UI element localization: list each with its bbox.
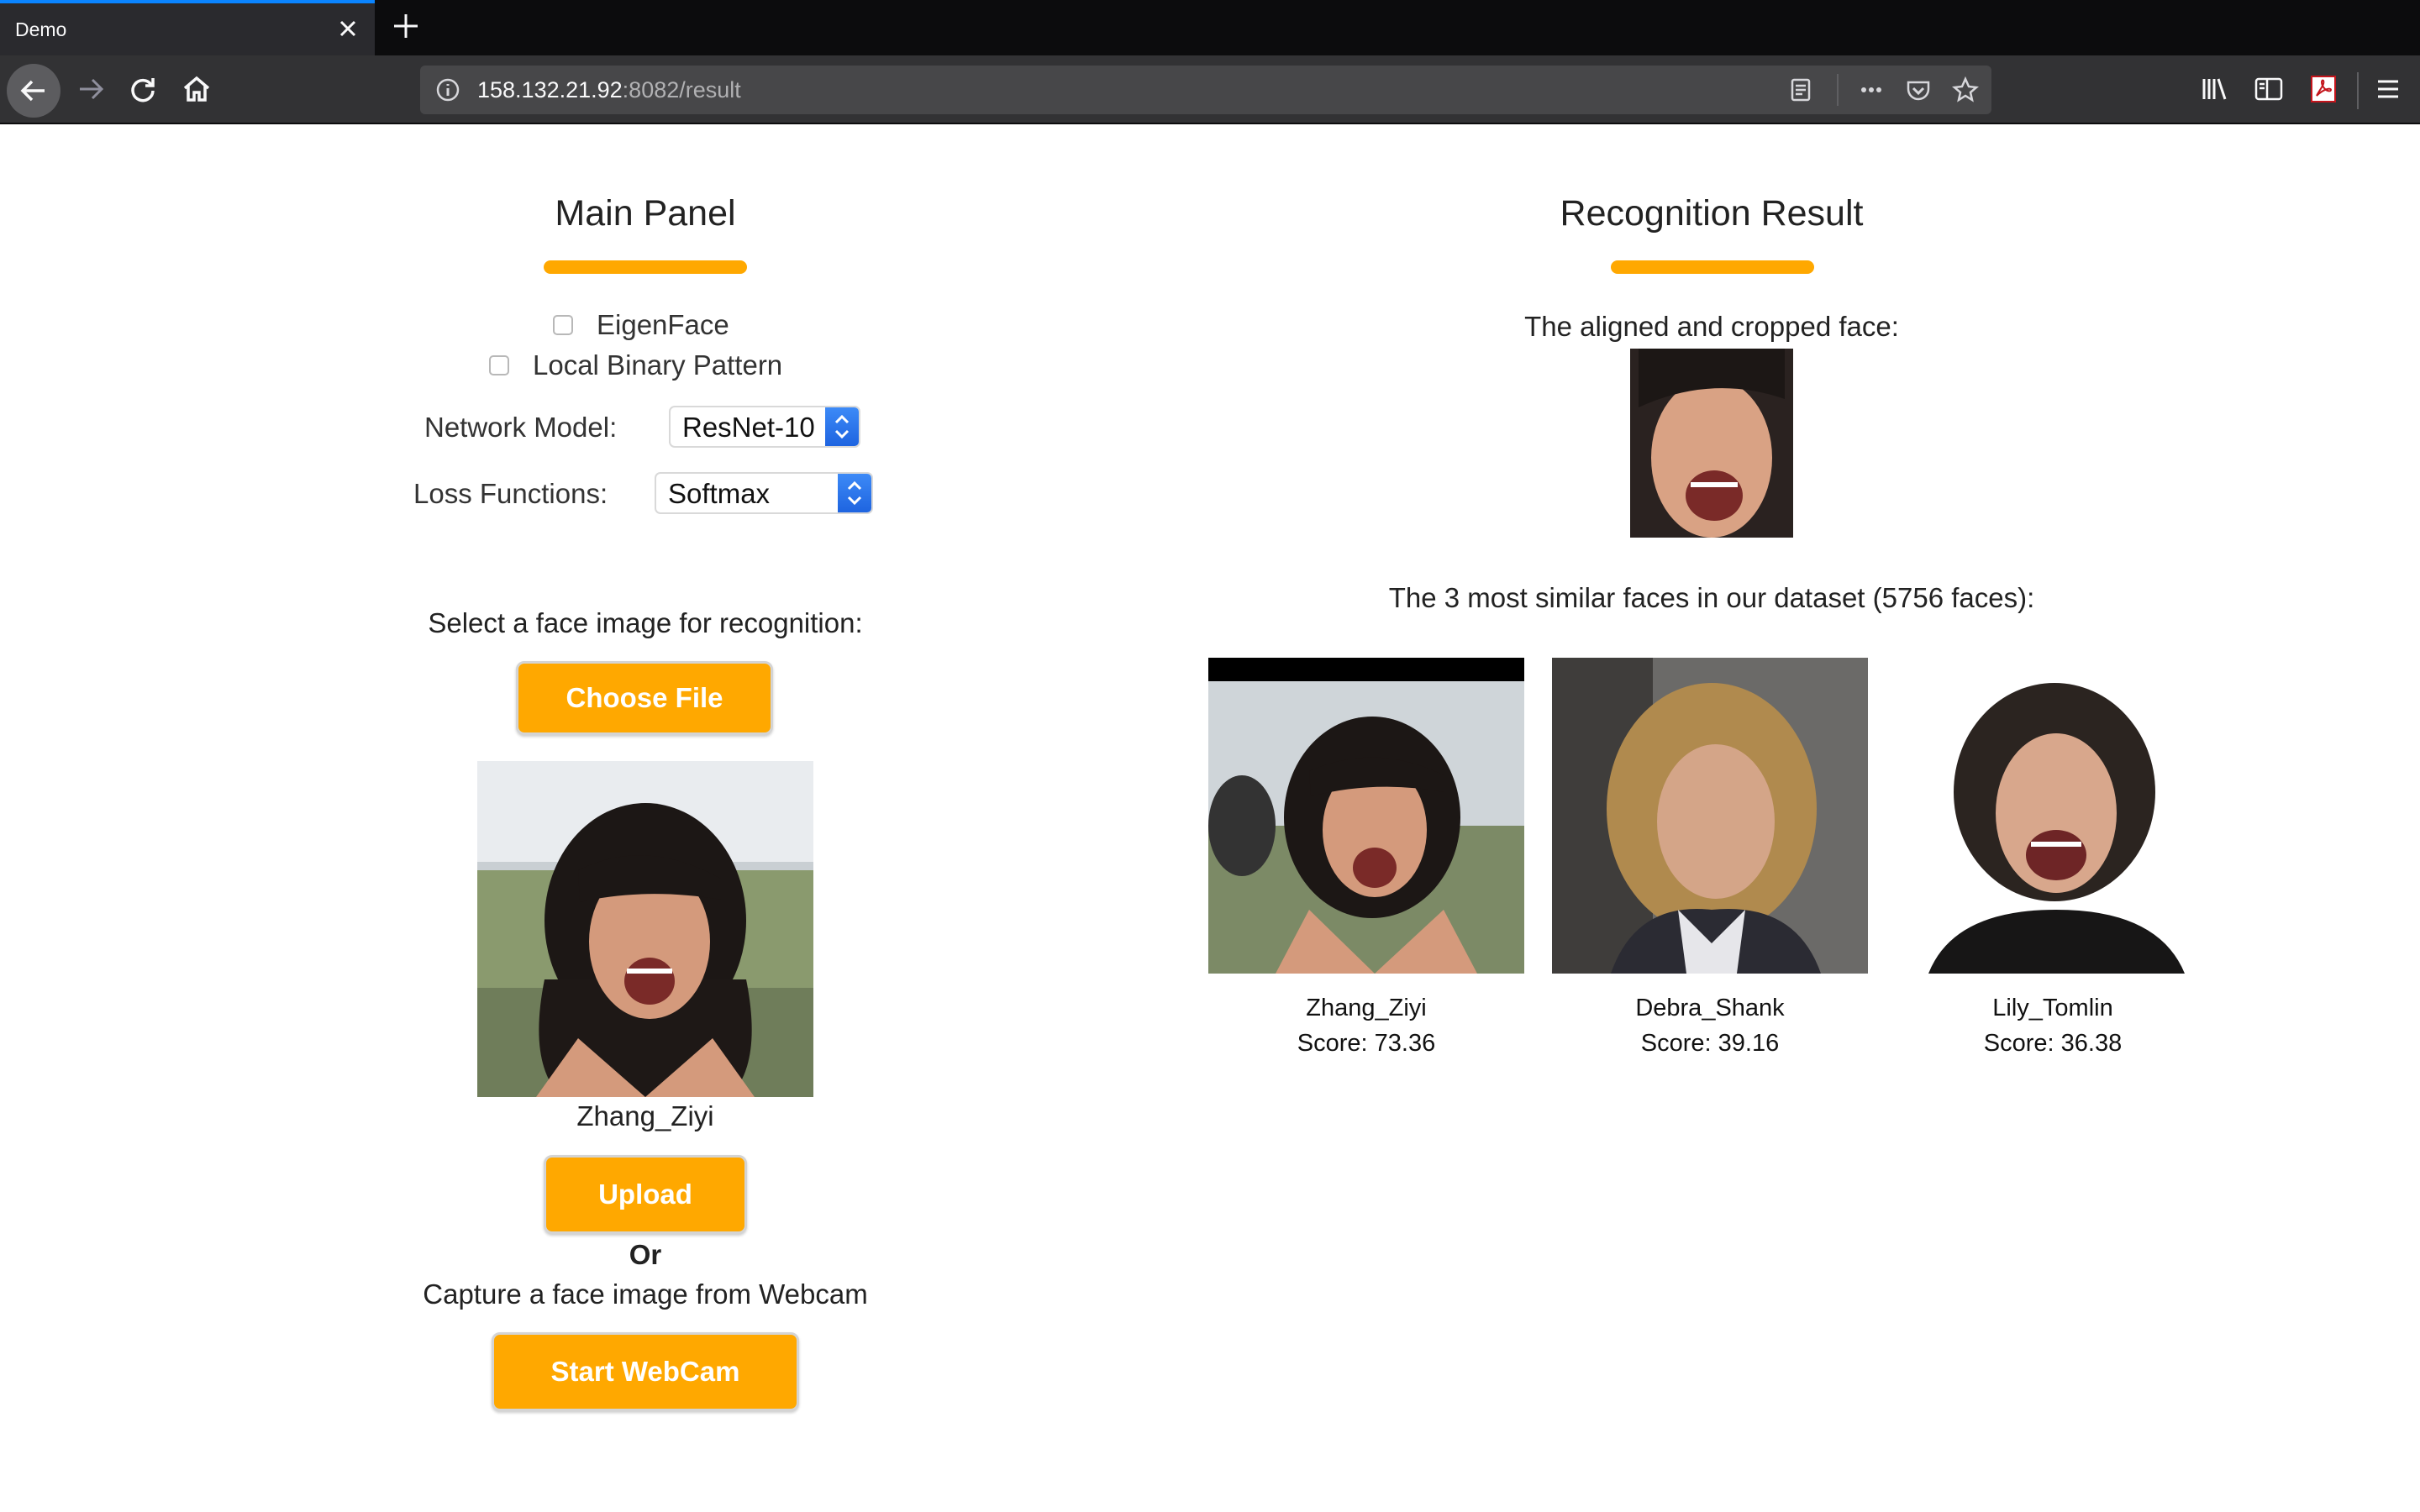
- uploaded-face-name: Zhang_Ziyi: [576, 1100, 714, 1131]
- home-icon: [183, 76, 210, 102]
- library-icon[interactable]: [2198, 72, 2232, 106]
- forward-button[interactable]: [66, 55, 116, 123]
- match-score: Score: 39.16: [1640, 1030, 1780, 1057]
- reader-view-icon[interactable]: [1786, 76, 1815, 104]
- loss-functions-value: Softmax: [668, 478, 771, 509]
- info-icon[interactable]: [435, 77, 460, 102]
- upload-button[interactable]: Upload: [544, 1155, 747, 1234]
- menu-icon[interactable]: [2371, 72, 2405, 106]
- toolbar-separator: [2357, 72, 2359, 109]
- uploaded-face-image: [477, 761, 813, 1097]
- select-arrow: [838, 474, 871, 512]
- url-path: :8082/result: [622, 77, 741, 102]
- back-arrow-icon: [20, 80, 45, 102]
- aligned-face-image: [1630, 349, 1793, 538]
- main-panel-underline: [544, 260, 747, 274]
- eigenface-label: EigenFace: [597, 309, 729, 340]
- recognition-result-title: Recognition Result: [1560, 193, 1864, 234]
- match-score: Score: 36.38: [1983, 1030, 2123, 1057]
- home-button[interactable]: [171, 55, 222, 123]
- chevron-updown-icon: [847, 480, 862, 506]
- match-image: [1552, 658, 1868, 974]
- match-score: Score: 73.36: [1297, 1030, 1436, 1057]
- webcam-prompt: Capture a face image from Webcam: [423, 1278, 868, 1310]
- new-tab-icon[interactable]: [390, 10, 422, 42]
- reload-icon: [131, 78, 155, 102]
- forward-arrow-icon: [80, 78, 104, 100]
- url-bar[interactable]: 158.132.21.92:8082/result: [420, 66, 1991, 114]
- match-name: Zhang_Ziyi: [1306, 995, 1427, 1021]
- bookmark-star-icon[interactable]: [1951, 76, 1980, 104]
- match-name: Lily_Tomlin: [1992, 995, 2113, 1021]
- url-text[interactable]: 158.132.21.92:8082/result: [477, 77, 741, 103]
- select-arrow: [825, 407, 859, 446]
- more-actions-icon[interactable]: [1857, 76, 1886, 104]
- loss-functions-label: Loss Functions:: [413, 478, 608, 509]
- method-lbp[interactable]: Local Binary Pattern: [489, 349, 782, 381]
- tab-title: Demo: [15, 18, 67, 40]
- nav-toolbar: 158.132.21.92:8082/result: [0, 55, 2420, 124]
- reload-button[interactable]: [118, 55, 168, 123]
- url-separator: [1837, 74, 1839, 106]
- choose-file-button[interactable]: Choose File: [516, 661, 773, 735]
- match-image: [1895, 658, 2211, 974]
- lbp-checkbox[interactable]: [489, 355, 509, 375]
- network-model-value: ResNet-10: [682, 412, 815, 443]
- aligned-face-caption: The aligned and cropped face:: [1524, 311, 1899, 342]
- lbp-label: Local Binary Pattern: [533, 349, 783, 381]
- loss-functions-select[interactable]: Softmax: [655, 472, 873, 514]
- tab-demo[interactable]: Demo: [0, 0, 375, 55]
- network-model-label: Network Model:: [424, 412, 618, 443]
- result-underline: [1611, 260, 1814, 274]
- main-panel-title: Main Panel: [555, 193, 736, 234]
- back-button[interactable]: [7, 64, 60, 118]
- eigenface-checkbox[interactable]: [553, 315, 573, 335]
- method-eigenface[interactable]: EigenFace: [553, 309, 729, 341]
- similar-faces-caption: The 3 most similar faces in our dataset …: [1388, 582, 2035, 613]
- or-label: Or: [629, 1239, 662, 1270]
- match-name: Debra_Shank: [1635, 995, 1785, 1021]
- pocket-icon[interactable]: [1904, 76, 1933, 104]
- chevron-updown-icon: [834, 414, 850, 439]
- select-prompt: Select a face image for recognition:: [428, 607, 863, 638]
- sidebar-icon[interactable]: [2252, 72, 2286, 106]
- pdf-icon[interactable]: [2307, 72, 2340, 106]
- start-webcam-button[interactable]: Start WebCam: [492, 1332, 799, 1411]
- network-model-select[interactable]: ResNet-10: [669, 406, 860, 448]
- tab-strip: Demo: [0, 0, 2420, 55]
- match-image: [1208, 658, 1524, 974]
- url-host: 158.132.21.92: [477, 77, 623, 102]
- close-icon[interactable]: [334, 15, 361, 42]
